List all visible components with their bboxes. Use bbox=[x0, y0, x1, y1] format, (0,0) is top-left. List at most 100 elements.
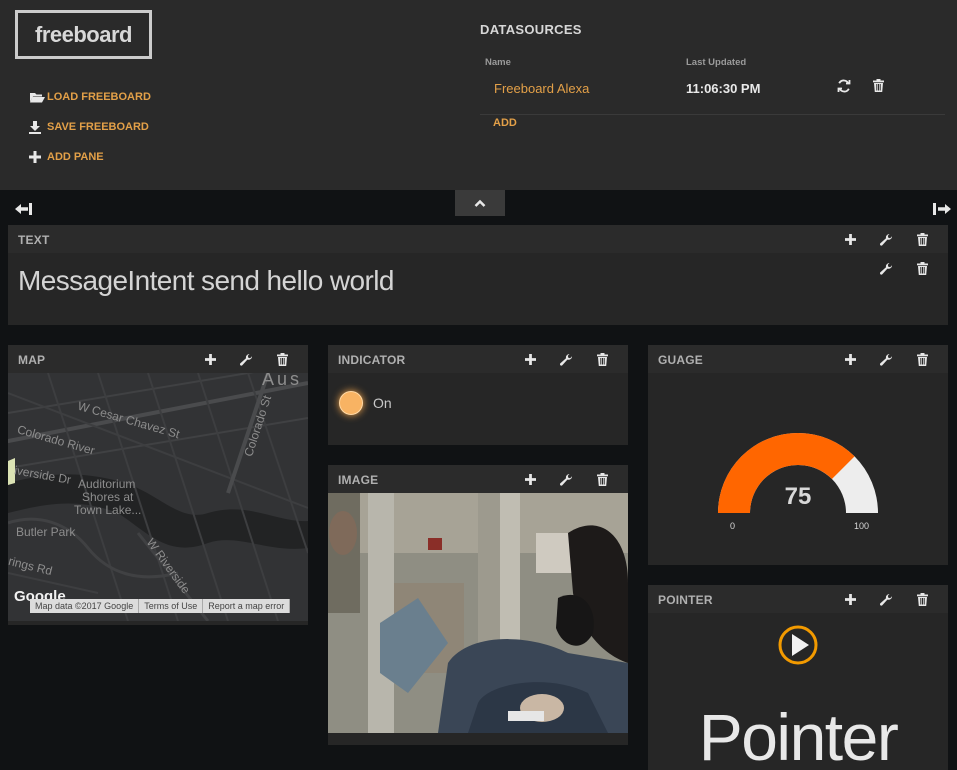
wrench-icon bbox=[559, 353, 572, 366]
pane-pointer: POINTER Pointer bbox=[648, 585, 948, 770]
text-widget-value: MessageIntent send hello world bbox=[18, 265, 394, 296]
delete-pane-button[interactable] bbox=[904, 352, 940, 366]
chevron-up-icon bbox=[474, 194, 486, 212]
add-datasource-button[interactable]: ADD bbox=[493, 117, 517, 129]
load-freeboard-button[interactable]: LOAD FREEBOARD bbox=[29, 82, 151, 112]
trash-icon[interactable] bbox=[873, 79, 887, 95]
pane-header: GUAGE bbox=[648, 345, 948, 373]
pane-indicator: INDICATOR On bbox=[328, 345, 628, 445]
delete-pane-button[interactable] bbox=[264, 352, 300, 366]
arrow-right-bar-icon bbox=[932, 203, 952, 221]
delete-pane-button[interactable] bbox=[904, 592, 940, 606]
map-widget: Aus W Cesar Chavez St Colorado River Col… bbox=[8, 373, 308, 625]
widget-tools bbox=[868, 261, 940, 275]
datasources-title: DATASOURCES bbox=[480, 22, 582, 37]
pane-title: INDICATOR bbox=[338, 353, 406, 367]
pane-tools bbox=[832, 592, 940, 606]
app-logo: freeboard bbox=[15, 10, 152, 59]
edit-widget-button[interactable] bbox=[868, 261, 904, 275]
trash-icon bbox=[916, 261, 928, 275]
delete-pane-button[interactable] bbox=[584, 472, 620, 486]
pane-title: MAP bbox=[18, 353, 46, 367]
map-label: Aus bbox=[262, 373, 303, 389]
map-canvas[interactable]: Aus W Cesar Chavez St Colorado River Col… bbox=[8, 373, 308, 621]
pane-header: MAP bbox=[8, 345, 308, 373]
trash-icon bbox=[596, 472, 608, 486]
edit-pane-button[interactable] bbox=[868, 352, 904, 366]
map-label: Town Lake... bbox=[74, 503, 142, 517]
add-widget-button[interactable] bbox=[512, 472, 548, 486]
pane-title: GUAGE bbox=[658, 353, 704, 367]
header-panel: freeboard LOAD FREEBOARD SAVE FREEBOARD … bbox=[0, 0, 957, 190]
refresh-icon[interactable] bbox=[837, 79, 853, 95]
pane-header: IMAGE bbox=[328, 465, 628, 493]
pane-title: IMAGE bbox=[338, 473, 379, 487]
pane-header: TEXT bbox=[8, 225, 948, 253]
collapse-header-button[interactable] bbox=[455, 190, 505, 216]
indicator-status: On bbox=[373, 395, 392, 411]
trash-icon bbox=[916, 352, 928, 366]
trash-icon bbox=[276, 352, 288, 366]
pane-text: TEXT MessageIntent send hello world bbox=[8, 225, 948, 325]
column-header-last-updated: Last Updated bbox=[686, 57, 747, 68]
plus-icon bbox=[524, 353, 536, 365]
pane-tools bbox=[512, 472, 620, 486]
delete-widget-button[interactable] bbox=[904, 261, 940, 275]
load-freeboard-label: LOAD FREEBOARD bbox=[47, 91, 151, 103]
indicator-widget: On bbox=[328, 373, 628, 445]
gauge-max-label: 100 bbox=[854, 521, 870, 531]
wrench-icon bbox=[879, 593, 892, 606]
add-widget-button[interactable] bbox=[832, 232, 868, 246]
gauge-min-label: 0 bbox=[730, 521, 736, 531]
wrench-icon bbox=[879, 233, 892, 246]
plus-icon bbox=[844, 233, 856, 245]
edit-pane-button[interactable] bbox=[228, 352, 264, 366]
text-widget: MessageIntent send hello world bbox=[8, 253, 948, 325]
delete-pane-button[interactable] bbox=[584, 352, 620, 366]
pane-image: IMAGE bbox=[328, 465, 628, 745]
shrink-columns-button[interactable] bbox=[14, 201, 36, 219]
datasource-last-updated: 11:06:30 PM bbox=[686, 81, 761, 96]
pane-map: MAP Aus W Cesar Chavez St Colorado River… bbox=[8, 345, 308, 625]
pane-gauge: GUAGE 75 0 100 bbox=[648, 345, 948, 565]
edit-pane-button[interactable] bbox=[868, 232, 904, 246]
pointer-arrow bbox=[792, 634, 809, 656]
add-pane-label: ADD PANE bbox=[47, 151, 104, 163]
add-widget-button[interactable] bbox=[832, 592, 868, 606]
pane-tools bbox=[832, 352, 940, 366]
pointer-dial bbox=[778, 625, 818, 665]
expand-columns-button[interactable] bbox=[932, 201, 954, 219]
pane-tools bbox=[512, 352, 620, 366]
pane-title: TEXT bbox=[18, 233, 50, 247]
datasource-name-link[interactable]: Freeboard Alexa bbox=[494, 81, 589, 96]
pane-tools bbox=[832, 232, 940, 246]
folder-open-icon bbox=[29, 90, 47, 104]
plus-icon bbox=[524, 473, 536, 485]
edit-pane-button[interactable] bbox=[548, 352, 584, 366]
datasources-section: DATASOURCES Name Last Updated Freeboard … bbox=[480, 22, 945, 129]
terms-of-use-link[interactable]: Terms of Use bbox=[139, 599, 204, 613]
delete-pane-button[interactable] bbox=[904, 232, 940, 246]
wrench-icon bbox=[559, 473, 572, 486]
add-widget-button[interactable] bbox=[832, 352, 868, 366]
add-widget-button[interactable] bbox=[192, 352, 228, 366]
edit-pane-button[interactable] bbox=[868, 592, 904, 606]
save-freeboard-button[interactable]: SAVE FREEBOARD bbox=[29, 112, 151, 142]
map-label: Auditorium bbox=[78, 477, 136, 491]
map-attribution: Map data ©2017 Google bbox=[30, 599, 140, 613]
gauge-value: 75 bbox=[784, 483, 812, 510]
download-icon bbox=[29, 120, 47, 134]
main-menu: LOAD FREEBOARD SAVE FREEBOARD ADD PANE bbox=[29, 82, 151, 172]
wrench-icon bbox=[879, 262, 892, 275]
gauge-chart bbox=[718, 433, 878, 513]
column-header-name: Name bbox=[485, 57, 511, 68]
pane-title: POINTER bbox=[658, 593, 713, 607]
wrench-icon bbox=[239, 353, 252, 366]
report-map-error-link[interactable]: Report a map error bbox=[203, 599, 291, 613]
add-widget-button[interactable] bbox=[512, 352, 548, 366]
trash-icon bbox=[916, 592, 928, 606]
add-pane-button[interactable]: ADD PANE bbox=[29, 142, 151, 172]
pane-header: INDICATOR bbox=[328, 345, 628, 373]
plus-icon bbox=[844, 353, 856, 365]
edit-pane-button[interactable] bbox=[548, 472, 584, 486]
